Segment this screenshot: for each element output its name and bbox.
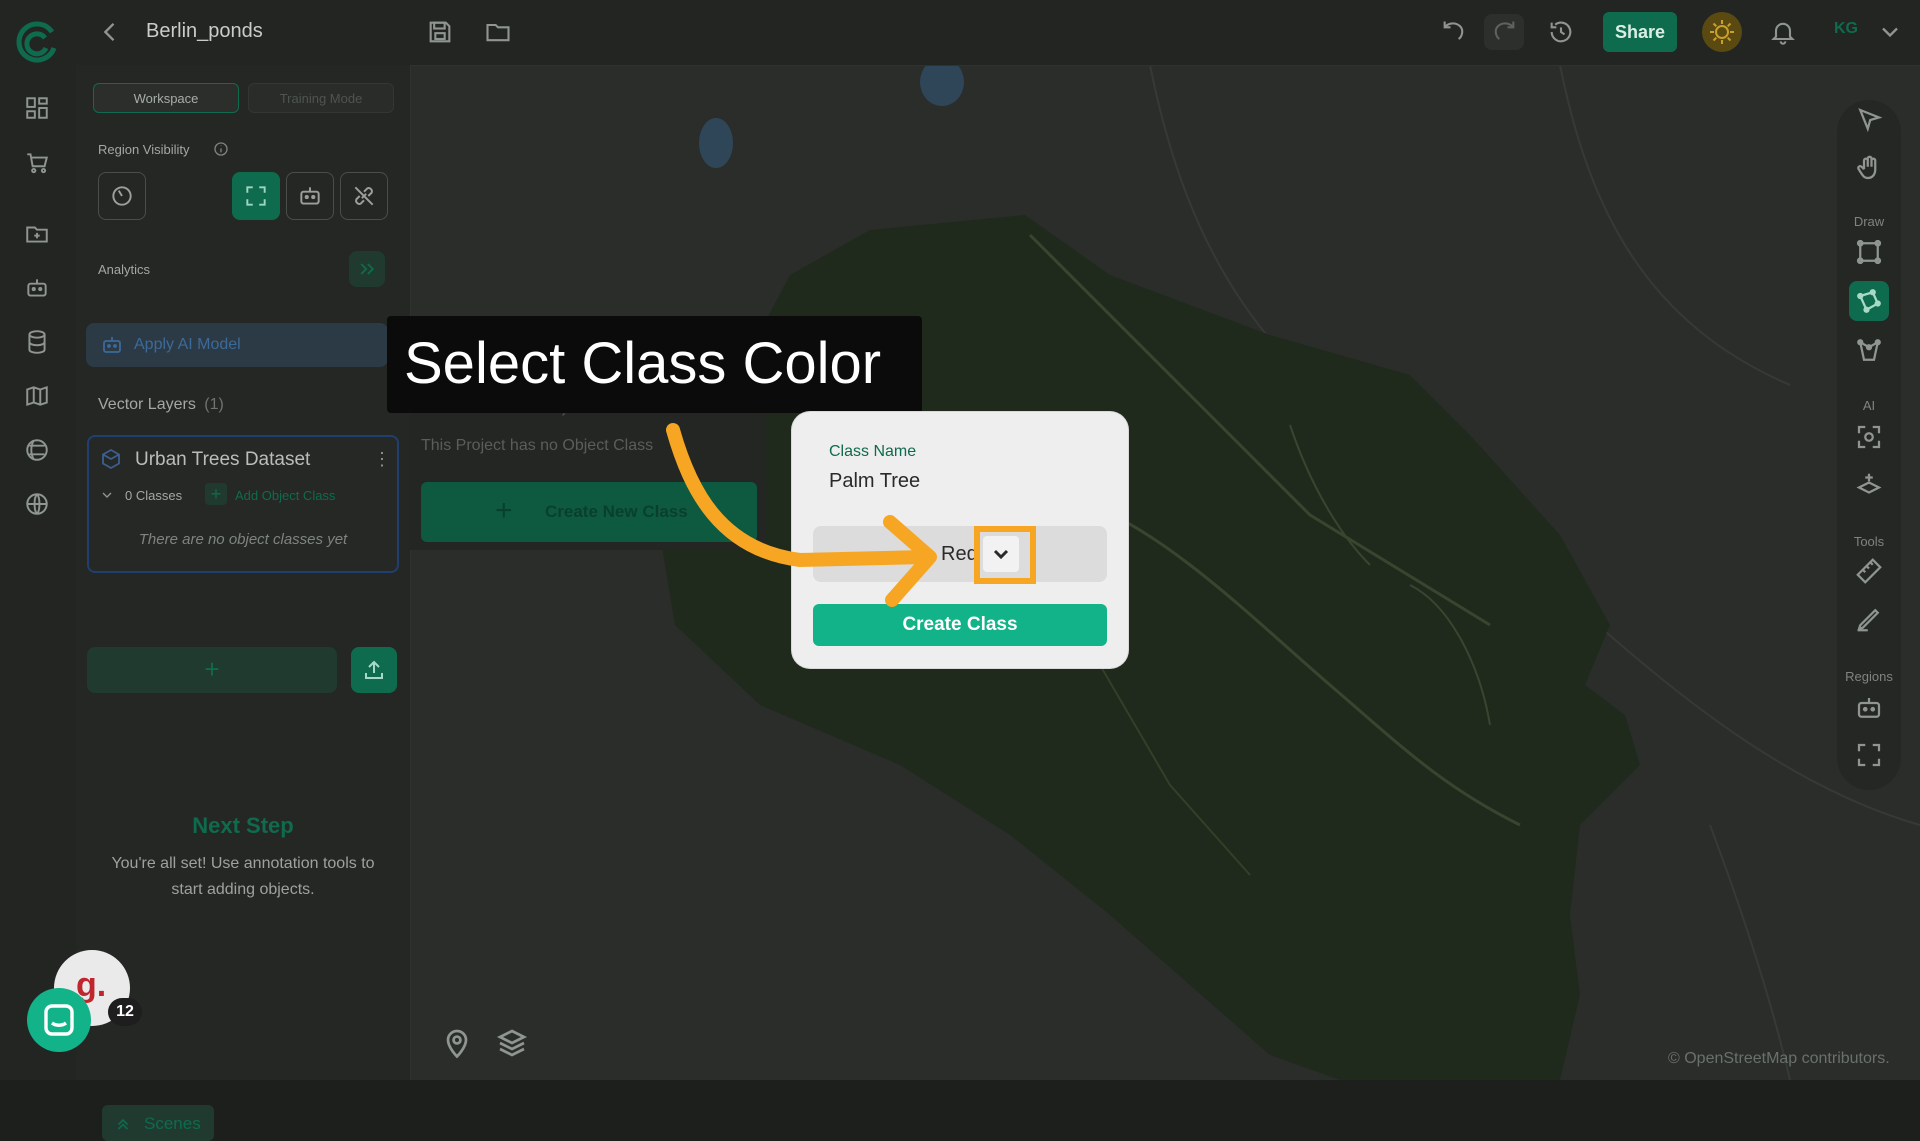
map-icon[interactable] [24,383,50,409]
expand-analytics-button[interactable] [349,251,385,287]
database-icon[interactable] [24,329,50,355]
tab-workspace[interactable]: Workspace [93,83,239,113]
more-options-icon[interactable]: ⋮ [373,449,391,470]
notification-badge: 12 [108,998,142,1026]
dashboard-icon[interactable] [24,95,50,121]
tutorial-callout: Select Class Color [387,316,922,413]
ai-segment-icon[interactable] [1854,470,1884,500]
rectangle-tool-icon[interactable] [1854,237,1884,267]
scenes-label: Scenes [144,1114,201,1133]
ai-visibility-button[interactable] [286,172,334,220]
map-pin-icon[interactable] [439,1025,475,1061]
add-layer-button[interactable]: + [87,647,337,693]
project-title: Berlin_ponds [146,20,263,42]
highlight-box [974,526,1036,584]
next-step-title: Next Step [192,813,294,838]
polygon-tool-button[interactable] [1849,281,1889,321]
folder-icon[interactable] [24,221,50,247]
map-canvas[interactable]: © OpenStreetMap contributors. [410,65,1920,1080]
next-step-text: You're all set! Use annotation tools to … [111,855,375,898]
timer-visibility-button[interactable] [98,172,146,220]
region-visibility-button[interactable] [232,172,280,220]
layer-card[interactable]: Urban Trees Dataset ⋮ 0 Classes + Add Ob… [87,435,399,573]
globe-grid-icon[interactable] [24,437,50,463]
map-attribution: © OpenStreetMap contributors. [1668,1050,1890,1067]
ai-section-label: AI [1862,398,1876,413]
draw-section-label: Draw [1853,214,1885,229]
layers-icon[interactable] [494,1025,530,1061]
undo-icon[interactable] [1440,18,1468,46]
region-ai-icon[interactable] [1854,693,1884,723]
tutorial-arrow [666,423,937,607]
user-avatar[interactable]: KG [1834,20,1858,38]
regions-section-label: Regions [1845,669,1893,684]
vector-layers-label: Vector Layers [98,396,196,413]
apply-ai-model-button[interactable]: Apply AI Model [86,323,388,367]
region-frame-icon[interactable] [1854,740,1884,770]
ruler-icon[interactable] [1854,556,1884,586]
add-object-class-link[interactable]: Add Object Class [235,488,335,503]
save-icon[interactable] [426,18,454,46]
tools-section-label: Tools [1853,534,1885,549]
redo-button[interactable] [1484,14,1524,50]
ai-scan-icon[interactable] [1854,422,1884,452]
chevron-down-icon[interactable] [1876,18,1904,46]
pan-hand-icon[interactable] [1854,153,1884,183]
scenes-button[interactable]: Scenes [102,1105,214,1141]
share-button[interactable]: Share [1603,12,1677,52]
bell-icon[interactable] [1769,18,1797,46]
vertex-tool-icon[interactable] [1854,336,1884,366]
select-cursor-icon[interactable] [1854,105,1884,135]
link-visibility-button[interactable] [340,172,388,220]
globe-icon[interactable] [24,491,50,517]
chat-launcher-button[interactable] [27,988,91,1052]
upload-button[interactable] [351,647,397,693]
app-logo[interactable] [14,20,60,66]
history-icon[interactable] [1547,18,1575,46]
brush-icon[interactable] [1854,604,1884,634]
app-rail [0,0,77,1080]
layer-name: Urban Trees Dataset [135,449,311,470]
classes-count: 0 Classes [125,488,183,503]
no-object-class-text: This Project has no Object Class [421,437,654,454]
back-arrow-icon[interactable] [96,18,124,46]
analytics-label: Analytics [98,262,151,277]
workspace-sidebar: Workspace Training Mode Region Visibilit… [76,65,411,1141]
cart-icon[interactable] [24,150,50,176]
plus-icon: + [495,494,513,527]
info-icon[interactable] [213,141,229,157]
callout-text: Select Class Color [404,331,882,396]
tab-training-mode[interactable]: Training Mode [248,83,394,113]
apply-ai-model-label: Apply AI Model [134,336,241,353]
region-visibility-label: Region Visibility [98,142,190,157]
empty-classes-text: There are no object classes yet [138,531,348,548]
annotation-toolbar: Draw AI Tools Regions [1837,100,1901,790]
robot-icon[interactable] [24,275,50,301]
sun-icon[interactable] [1702,12,1742,52]
top-bar: Berlin_ponds Share KG [76,0,1920,66]
open-folder-icon[interactable] [484,18,512,46]
vector-layers-count: (1) [204,396,224,413]
add-class-plus-icon[interactable]: + [205,483,227,505]
